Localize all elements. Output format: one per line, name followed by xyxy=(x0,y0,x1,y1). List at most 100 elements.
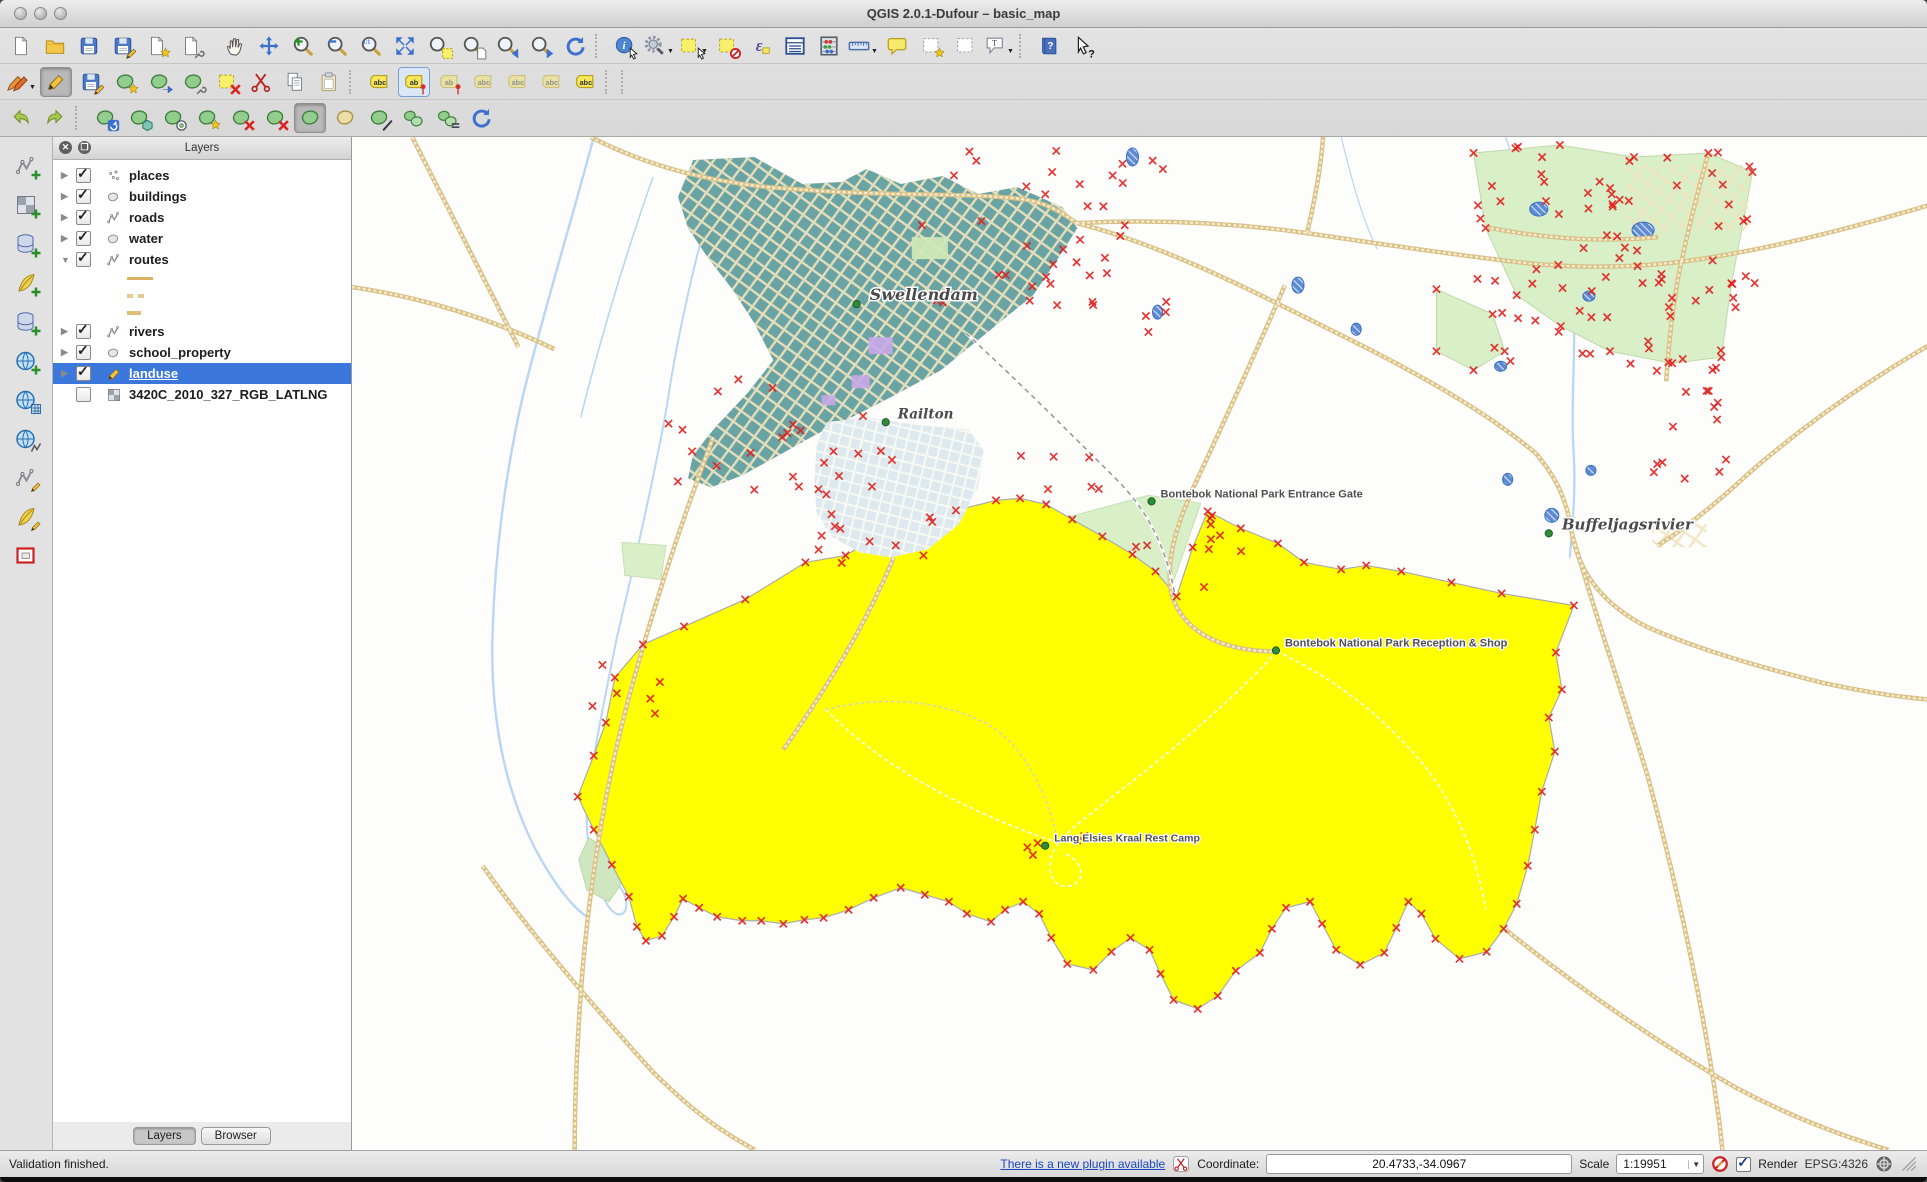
select-by-expression-button[interactable] xyxy=(746,32,776,60)
dropdown-arrow-icon[interactable]: ▼ xyxy=(667,48,674,55)
render-checkbox[interactable] xyxy=(1736,1157,1751,1172)
cut-features-button[interactable] xyxy=(246,68,276,96)
identify-features-button[interactable] xyxy=(610,32,640,60)
expand-arrow-icon[interactable]: ▶ xyxy=(61,191,76,202)
merge-attributes-button[interactable] xyxy=(432,104,462,132)
map-tips-button[interactable] xyxy=(882,32,912,60)
show-bookmarks-button[interactable] xyxy=(950,32,980,60)
new-spatialite-layer-button[interactable] xyxy=(9,502,43,532)
rotate-point-symbols-button[interactable] xyxy=(466,104,496,132)
expand-arrow-icon[interactable]: ▶ xyxy=(61,212,76,223)
dropdown-arrow-icon[interactable]: ▼ xyxy=(29,84,36,91)
toolbar-handle[interactable] xyxy=(605,70,615,94)
new-bookmark-button[interactable] xyxy=(916,32,946,60)
expand-arrow-icon[interactable]: ▶ xyxy=(61,368,76,379)
dropdown-arrow-icon[interactable]: ▼ xyxy=(1007,48,1014,55)
zoom-to-selection-button[interactable] xyxy=(424,32,454,60)
zoom-to-layer-button[interactable] xyxy=(458,32,488,60)
toggle-editing-button[interactable] xyxy=(40,67,72,97)
layer-label[interactable]: rivers xyxy=(129,324,164,339)
move-label-button[interactable] xyxy=(398,67,430,97)
rotate-label-button[interactable] xyxy=(434,68,464,96)
layer-visibility-checkbox[interactable] xyxy=(76,387,91,402)
current-edits-button[interactable]: ▼ xyxy=(6,68,36,96)
layer-row-landuse[interactable]: ▶ landuse xyxy=(53,363,351,384)
scale-dropdown-arrow[interactable]: ▼ xyxy=(1688,1160,1703,1169)
layer-row-routes[interactable]: ▼routes xyxy=(53,249,351,270)
layer-visibility-checkbox[interactable] xyxy=(76,324,91,339)
scale-combobox[interactable]: 1:19951 ▼ xyxy=(1616,1154,1704,1174)
coordinate-input[interactable] xyxy=(1266,1154,1572,1174)
help-contents-button[interactable] xyxy=(1034,32,1064,60)
split-features-button[interactable] xyxy=(364,104,394,132)
label-properties-button[interactable] xyxy=(502,68,532,96)
layer-row-3420C_2010_327_RGB_LATLNG[interactable]: 3420C_2010_327_RGB_LATLNG xyxy=(53,384,351,405)
save-layer-edits-button[interactable] xyxy=(76,68,106,96)
crs-status-icon[interactable] xyxy=(1875,1155,1893,1173)
change-label-button[interactable] xyxy=(468,68,498,96)
select-features-button[interactable]: ▼ xyxy=(678,32,708,60)
zoom-last-button[interactable] xyxy=(492,32,522,60)
panel-close-button[interactable]: ✕ xyxy=(59,141,72,154)
expand-arrow-icon[interactable]: ▶ xyxy=(61,170,76,181)
zoom-out-button[interactable] xyxy=(322,32,352,60)
layer-visibility-checkbox[interactable] xyxy=(76,366,91,381)
expand-arrow-icon[interactable]: ▶ xyxy=(61,233,76,244)
deselect-features-button[interactable] xyxy=(712,32,742,60)
layer-label[interactable]: landuse xyxy=(129,366,178,381)
node-tool-button[interactable] xyxy=(178,68,208,96)
remove-layer-button[interactable] xyxy=(9,541,43,571)
layer-visibility-checkbox[interactable] xyxy=(76,168,91,183)
layer-visibility-checkbox[interactable] xyxy=(76,189,91,204)
expand-arrow-icon[interactable]: ▶ xyxy=(61,326,76,337)
layer-row-roads[interactable]: ▶ roads xyxy=(53,207,351,228)
toolbar-handle[interactable] xyxy=(75,106,85,130)
layer-label[interactable]: roads xyxy=(129,210,164,225)
rotate-feature-button[interactable] xyxy=(90,104,120,132)
undo-button[interactable] xyxy=(6,104,36,132)
zoom-full-extent-button[interactable] xyxy=(390,32,420,60)
dropdown-arrow-icon[interactable]: ▼ xyxy=(871,48,878,55)
add-mssql-layer-button[interactable] xyxy=(9,307,43,337)
copy-features-button[interactable] xyxy=(280,68,310,96)
add-wcs-layer-button[interactable] xyxy=(9,385,43,415)
redo-button[interactable] xyxy=(40,104,70,132)
layer-visibility-checkbox[interactable] xyxy=(76,210,91,225)
add-wfs-layer-button[interactable] xyxy=(9,424,43,454)
zoom-next-button[interactable] xyxy=(526,32,556,60)
merge-features-button[interactable] xyxy=(398,104,428,132)
map-canvas[interactable]: SwellendamRailtonBontebok National Park … xyxy=(352,137,1927,1150)
layer-row-places[interactable]: ▶ places xyxy=(53,165,351,186)
toolbar-handle[interactable] xyxy=(621,70,631,94)
toolbar-handle[interactable] xyxy=(349,70,359,94)
plugin-icon[interactable] xyxy=(1172,1155,1190,1173)
expand-arrow-icon[interactable]: ▶ xyxy=(61,347,76,358)
panel-float-button[interactable]: ❒ xyxy=(78,141,91,154)
layer-visibility-checkbox[interactable] xyxy=(76,252,91,267)
highlight-pinned-labels-button[interactable] xyxy=(570,68,600,96)
layer-visibility-checkbox[interactable] xyxy=(76,345,91,360)
new-project-button[interactable] xyxy=(6,32,36,60)
paste-features-button[interactable] xyxy=(314,68,344,96)
resize-grip[interactable] xyxy=(1900,1155,1918,1173)
add-ring-button[interactable] xyxy=(158,104,188,132)
move-feature-button[interactable] xyxy=(144,68,174,96)
new-plugin-link[interactable]: There is a new plugin available xyxy=(1000,1157,1165,1171)
measure-line-button[interactable]: ▼ xyxy=(848,32,878,60)
refresh-map-button[interactable] xyxy=(560,32,590,60)
add-vector-layer-button[interactable] xyxy=(9,151,43,181)
layer-label[interactable]: places xyxy=(129,168,169,183)
new-print-composer-button[interactable] xyxy=(142,32,172,60)
layer-label[interactable]: routes xyxy=(129,252,169,267)
text-annotation-button[interactable]: ▼ xyxy=(984,32,1014,60)
delete-ring-button[interactable] xyxy=(226,104,256,132)
pan-to-selection-button[interactable] xyxy=(254,32,284,60)
add-postgis-layer-button[interactable] xyxy=(9,229,43,259)
layer-row-water[interactable]: ▶water xyxy=(53,228,351,249)
layer-labeling-options-button[interactable] xyxy=(364,68,394,96)
whats-this-button[interactable] xyxy=(1068,32,1098,60)
pan-map-button[interactable] xyxy=(220,32,250,60)
landuse-selected-feature[interactable] xyxy=(578,498,1574,1009)
toolbar-handle[interactable] xyxy=(595,34,605,58)
layer-label[interactable]: 3420C_2010_327_RGB_LATLNG xyxy=(129,387,327,402)
